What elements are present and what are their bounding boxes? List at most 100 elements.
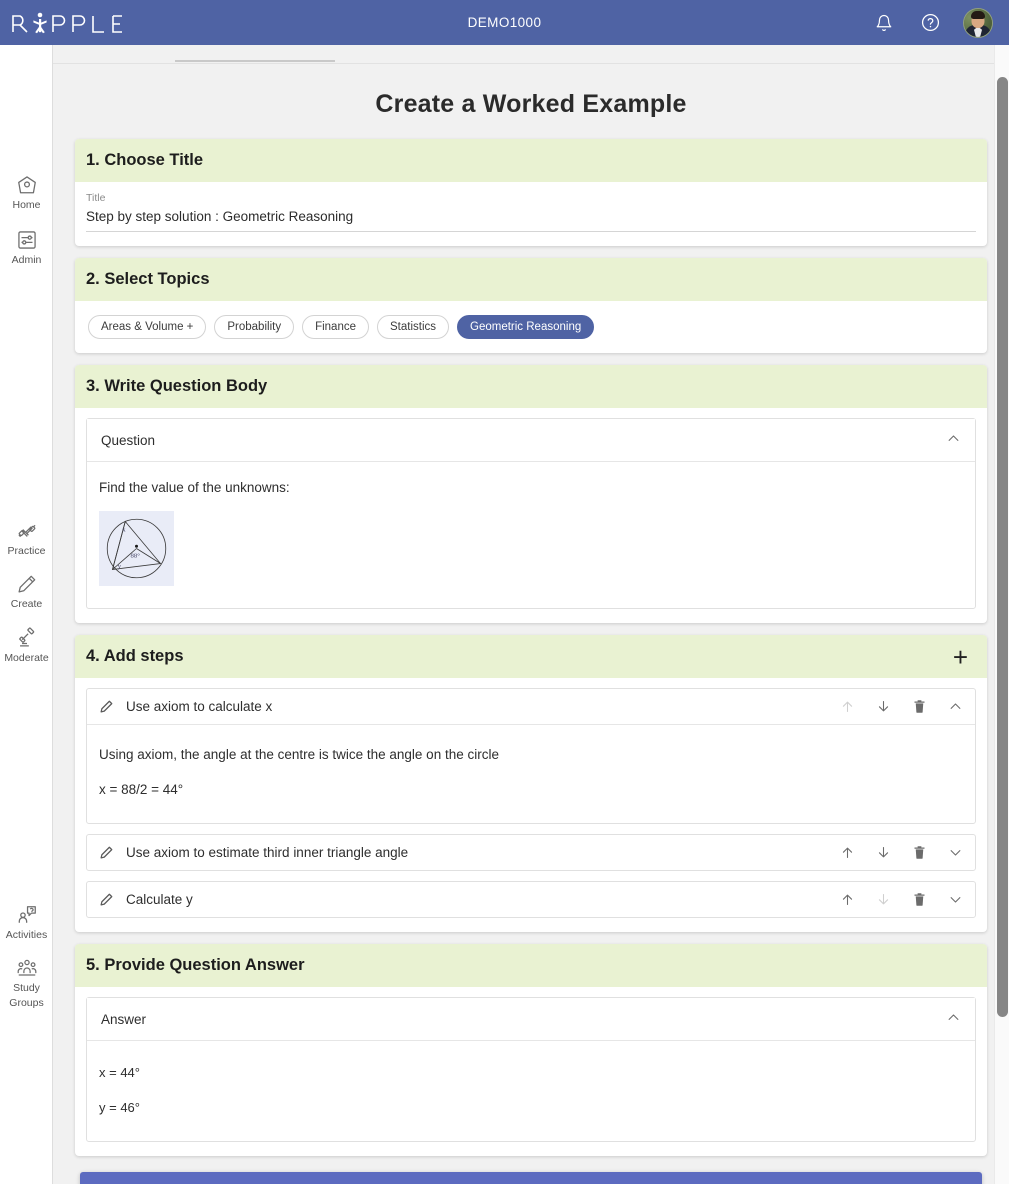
chevron-down-icon[interactable]	[947, 892, 963, 907]
sidebar-item-admin[interactable]: Admin	[0, 228, 53, 267]
step-item: Calculate y	[86, 881, 976, 918]
sidebar-item-label-2: Groups	[9, 996, 44, 1009]
pencil-icon[interactable]	[99, 845, 114, 860]
trash-icon[interactable]	[911, 699, 927, 714]
page-title: Create a Worked Example	[375, 90, 687, 118]
topic-chip-probability[interactable]: Probability	[214, 315, 295, 339]
sliders-icon	[16, 228, 38, 252]
step-actions	[839, 845, 963, 860]
sidebar-item-activities[interactable]: Activities	[0, 903, 53, 942]
section-1-body: Title	[75, 182, 987, 246]
sidebar-item-practice[interactable]: Practice	[0, 519, 53, 558]
section-4-heading-text: 4. Add steps	[86, 647, 184, 665]
step-title: Use axiom to estimate third inner triang…	[126, 845, 409, 860]
section-5-heading: 5. Provide Question Answer	[75, 944, 987, 987]
sidebar-item-create[interactable]: Create	[0, 572, 53, 611]
answer-accordion-header[interactable]: Answer	[87, 998, 975, 1041]
chevron-up-icon[interactable]	[946, 1010, 961, 1028]
app-title: DEMO1000	[467, 15, 542, 30]
sidebar-item-label: Study	[13, 981, 40, 994]
content-divider	[53, 63, 1009, 64]
topic-chip-list: Areas & Volume + Probability Finance Sta…	[86, 311, 976, 341]
answer-line: x = 44°	[99, 1065, 140, 1080]
arrow-up-icon	[839, 699, 855, 714]
section-select-topics: 2. Select Topics Areas & Volume + Probab…	[75, 258, 987, 353]
section-2-heading-text: 2. Select Topics	[86, 270, 210, 288]
vertical-scrollbar[interactable]	[994, 45, 1009, 1184]
section-5-heading-text: 5. Provide Question Answer	[86, 956, 305, 974]
step-actions	[839, 892, 963, 907]
pencil-icon[interactable]	[99, 699, 114, 714]
person-question-icon	[16, 903, 38, 927]
sidebar-item-label: Create	[10, 598, 43, 611]
scrollbar-thumb[interactable]	[997, 77, 1008, 1017]
section-3-heading-text: 3. Write Question Body	[86, 377, 268, 395]
answer-accordion-body: x = 44° y = 46°	[87, 1041, 975, 1141]
step-item: Use axiom to calculate x Using axiom, th…	[86, 688, 976, 824]
arrow-up-icon[interactable]	[839, 845, 855, 860]
topic-chip-areas-volume[interactable]: Areas & Volume +	[88, 315, 207, 339]
sidebar-item-moderate[interactable]: Moderate	[0, 626, 53, 665]
title-input[interactable]	[86, 207, 976, 232]
arrow-down-icon[interactable]	[875, 699, 891, 714]
avatar-hair	[971, 11, 985, 19]
tab-strip-clipped	[53, 45, 1009, 63]
step-line: x = 88/2 = 44°	[99, 782, 184, 797]
help-circle-icon[interactable]	[917, 10, 943, 36]
arrow-up-icon[interactable]	[839, 892, 855, 907]
section-question-body: 3. Write Question Body Question Find the…	[75, 365, 987, 623]
step-header[interactable]: Use axiom to estimate third inner triang…	[87, 835, 975, 870]
svg-text:88°: 88°	[131, 553, 141, 560]
topic-chip-geometric-reasoning[interactable]: Geometric Reasoning	[457, 315, 595, 339]
arrow-down-icon	[875, 892, 891, 907]
sidebar-item-study-groups[interactable]: Study Groups	[0, 956, 53, 1010]
ripple-logo[interactable]	[10, 0, 140, 45]
left-sidebar: Home Admin Practice Create Moderate Acti…	[0, 45, 53, 1184]
submit-button[interactable]: SUBMIT	[80, 1172, 982, 1184]
chevron-up-icon[interactable]	[946, 431, 961, 449]
answer-accordion: Answer x = 44° y = 46°	[86, 997, 976, 1142]
chevron-down-icon[interactable]	[947, 845, 963, 860]
topic-chip-finance[interactable]: Finance	[302, 315, 369, 339]
section-1-heading-text: 1. Choose Title	[86, 151, 204, 169]
gavel-icon	[16, 626, 38, 650]
step-actions	[839, 699, 963, 714]
section-question-answer: 5. Provide Question Answer Answer x = 44…	[75, 944, 987, 1156]
section-choose-title: 1. Choose Title Title	[75, 139, 987, 246]
step-item: Use axiom to estimate third inner triang…	[86, 834, 976, 871]
top-app-bar: DEMO1000	[0, 0, 1009, 45]
answer-accordion-label: Answer	[101, 1011, 147, 1027]
dumbbell-icon	[16, 519, 38, 543]
question-accordion-header[interactable]: Question	[87, 419, 975, 462]
pencil-icon[interactable]	[99, 892, 114, 907]
section-1-heading: 1. Choose Title	[75, 139, 987, 182]
main-content: Create a Worked Example 1. Choose Title …	[53, 45, 1009, 1184]
topic-chip-statistics[interactable]: Statistics	[377, 315, 450, 339]
step-line: Using axiom, the angle at the centre is …	[99, 747, 499, 762]
sidebar-item-label: Admin	[11, 254, 42, 267]
step-title: Use axiom to calculate x	[126, 699, 273, 714]
arrow-down-icon[interactable]	[875, 845, 891, 860]
section-5-body: Answer x = 44° y = 46°	[75, 987, 987, 1156]
chevron-up-icon[interactable]	[947, 699, 963, 714]
trash-icon[interactable]	[911, 892, 927, 907]
group-icon	[16, 956, 38, 980]
section-3-body: Question Find the value of the unknowns:	[75, 408, 987, 623]
active-tab-indicator	[175, 60, 335, 62]
title-field-label: Title	[86, 192, 106, 204]
circle-geometry-diagram: x 88° y	[99, 511, 174, 586]
sidebar-item-label: Moderate	[4, 651, 49, 664]
question-accordion-body: Find the value of the unknowns: x 88° y	[87, 462, 975, 608]
trash-icon[interactable]	[911, 845, 927, 860]
plus-icon[interactable]: +	[945, 644, 976, 670]
step-title: Calculate y	[126, 892, 193, 907]
step-header[interactable]: Use axiom to calculate x	[87, 689, 975, 724]
home-icon	[16, 173, 38, 197]
avatar[interactable]	[963, 7, 993, 38]
step-header[interactable]: Calculate y	[87, 882, 975, 917]
pencil-icon	[16, 572, 38, 596]
topbar-actions	[871, 7, 993, 38]
question-text: Find the value of the unknowns:	[99, 480, 290, 495]
sidebar-item-home[interactable]: Home	[0, 173, 53, 212]
bell-icon[interactable]	[871, 10, 897, 36]
